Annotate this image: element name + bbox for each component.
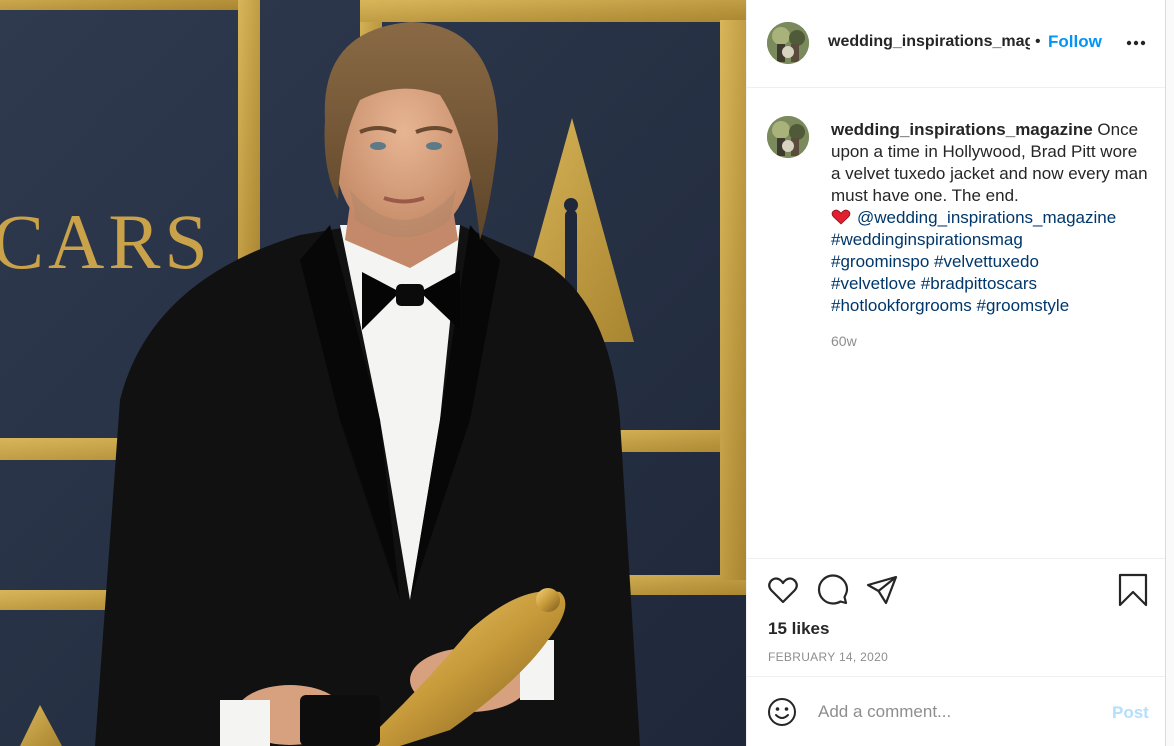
hashtag-link[interactable]: #groomstyle — [977, 296, 1070, 315]
hashtag-link[interactable]: #groominspo — [831, 252, 929, 271]
hashtag-link[interactable]: #weddinginspirationsmag — [831, 230, 1023, 249]
hashtag-link[interactable]: #hotlookforgrooms — [831, 296, 972, 315]
mention-link[interactable]: @wedding_inspirations_magazine — [857, 208, 1116, 227]
avatar[interactable] — [767, 22, 809, 64]
bookmark-icon[interactable] — [1116, 573, 1150, 607]
window-scrollbar[interactable] — [1165, 0, 1174, 746]
post-photo[interactable]: CARS — [0, 0, 746, 746]
post-button[interactable]: Post — [1112, 703, 1149, 723]
red-heart-emoji-icon — [831, 209, 851, 225]
caption-text: wedding_inspirations_magazine Once upon … — [831, 119, 1151, 317]
caption-avatar[interactable] — [767, 116, 809, 158]
ellipsis-icon[interactable] — [1125, 32, 1147, 54]
post-age[interactable]: 60w — [831, 333, 857, 349]
comment-bar: Post — [747, 676, 1166, 746]
hashtag-link[interactable]: #velvetlove — [831, 274, 916, 293]
smiley-icon[interactable] — [767, 697, 797, 727]
comment-input[interactable] — [818, 699, 1088, 725]
post-sidebar: wedding_inspirations_mag • Follow weddin… — [746, 0, 1166, 746]
post-date: FEBRUARY 14, 2020 — [768, 650, 889, 664]
hashtag-link[interactable]: #velvettuxedo — [934, 252, 1039, 271]
username[interactable]: wedding_inspirations_mag — [828, 33, 1030, 51]
heart-icon[interactable] — [766, 573, 800, 607]
hashtag-link[interactable]: #bradpittoscars — [921, 274, 1037, 293]
separator-dot: • — [1035, 33, 1041, 50]
action-bar: 15 likes FEBRUARY 14, 2020 — [747, 558, 1166, 676]
caption-username[interactable]: wedding_inspirations_magazine — [831, 120, 1093, 139]
post-image: CARS — [0, 0, 746, 746]
share-icon[interactable] — [865, 573, 899, 607]
caption-section: wedding_inspirations_magazine Once upon … — [747, 88, 1166, 558]
comment-icon[interactable] — [816, 573, 850, 607]
likes-count[interactable]: 15 likes — [768, 619, 829, 639]
backdrop-lettering: CARS — [0, 198, 212, 285]
post-header: wedding_inspirations_mag • Follow — [747, 0, 1166, 88]
follow-button[interactable]: Follow — [1048, 32, 1102, 52]
